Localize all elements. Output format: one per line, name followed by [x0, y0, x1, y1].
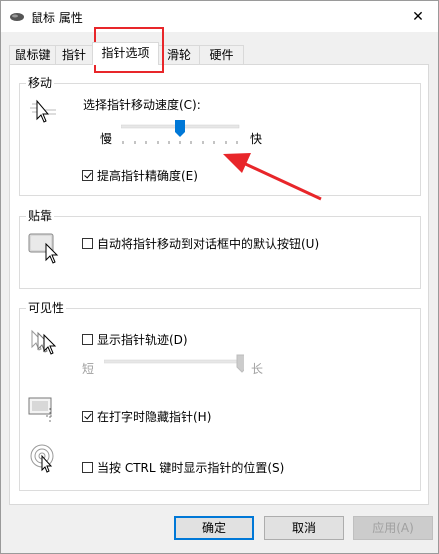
slow-label: 慢 [100, 132, 113, 146]
ctrl-checkbox-box[interactable] [82, 462, 93, 473]
hide-while-typing-checkbox[interactable]: 在打字时隐藏指针(H) [82, 408, 211, 425]
precision-checkbox-box[interactable] [82, 170, 93, 181]
show-location-ctrl-checkbox[interactable]: 当按 CTRL 键时显示指针的位置(S) [82, 459, 284, 476]
trails-checkbox-box[interactable] [82, 334, 93, 345]
speed-label: 选择指针移动速度(C): [83, 98, 201, 112]
close-icon: ✕ [412, 8, 424, 25]
mouse-properties-window: 鼠标 属性 ✕ 鼠标键 指针 指针选项 滑轮 硬件 移动 选择指针移动速度(C)… [0, 0, 439, 554]
trails-short-label: 短 [82, 362, 95, 376]
close-button[interactable]: ✕ [398, 1, 438, 32]
ok-button[interactable]: 确定 [174, 516, 254, 540]
mouse-icon [9, 12, 25, 22]
tab-wheel[interactable]: 滑轮 [158, 45, 200, 64]
tab-pointer-options[interactable]: 指针选项 [92, 42, 159, 65]
pointer-speed-icon [28, 98, 58, 124]
apply-button[interactable]: 应用(A) [353, 516, 433, 540]
annotation-arrow [223, 153, 322, 201]
trails-slider-thumb [236, 354, 244, 373]
window-title: 鼠标 属性 [31, 11, 83, 25]
snap-to-default-checkbox[interactable]: 自动将指针移动到对话框中的默认按钮(U) [82, 235, 319, 252]
enhance-precision-checkbox[interactable]: 提高指针精确度(E) [82, 167, 198, 184]
trails-label: 显示指针轨迹(D) [97, 333, 188, 347]
hide-while-typing-label: 在打字时隐藏指针(H) [97, 410, 212, 424]
speed-slider[interactable] [121, 120, 241, 150]
tab-hardware[interactable]: 硬件 [199, 45, 244, 64]
snap-group-label: 贴靠 [26, 209, 55, 223]
snap-to-group: 贴靠 自动将指针移动到对话框中的默认按钮(U) [19, 209, 421, 289]
pointer-options-page: 移动 选择指针移动速度(C): 慢 快 提高指针精确度(E) 贴靠 自动将指针移… [9, 64, 429, 505]
title-bar: 鼠标 属性 ✕ [1, 1, 438, 32]
snap-label: 自动将指针移动到对话框中的默认按钮(U) [97, 237, 320, 251]
trails-long-label: 长 [251, 362, 264, 376]
snap-to-icon [28, 231, 62, 265]
pointer-trails-checkbox[interactable]: 显示指针轨迹(D) [82, 331, 188, 348]
pointer-location-icon [30, 443, 60, 473]
trails-length-slider[interactable] [104, 353, 244, 379]
tab-pointers[interactable]: 指针 [55, 45, 93, 64]
speed-slider-thumb [175, 120, 185, 137]
tab-buttons[interactable]: 鼠标键 [9, 45, 56, 64]
speed-ticks [122, 141, 238, 144]
precision-label: 提高指针精确度(E) [97, 169, 198, 183]
hide-while-typing-icon [28, 396, 62, 426]
dialog-client-area: 鼠标键 指针 指针选项 滑轮 硬件 移动 选择指针移动速度(C): 慢 快 提高… [1, 32, 438, 553]
fast-label: 快 [250, 132, 263, 146]
snap-checkbox-box[interactable] [82, 238, 93, 249]
hide-checkbox-box[interactable] [82, 411, 93, 422]
cancel-button[interactable]: 取消 [264, 516, 344, 540]
motion-group: 移动 选择指针移动速度(C): 慢 快 提高指针精确度(E) [19, 76, 421, 196]
visibility-group: 可见性 显示指针轨迹(D) 短 长 在打字时隐藏指针(H) 当按 CTRL 键时… [19, 301, 421, 491]
visibility-group-label: 可见性 [26, 301, 67, 315]
motion-group-label: 移动 [26, 76, 55, 90]
ctrl-location-label: 当按 CTRL 键时显示指针的位置(S) [97, 461, 285, 475]
pointer-trails-icon [28, 327, 62, 357]
